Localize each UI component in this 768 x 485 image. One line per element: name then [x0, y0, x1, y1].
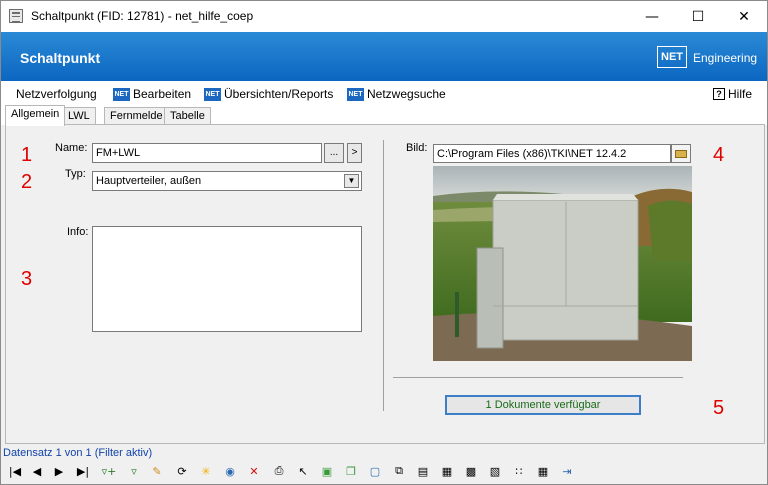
image-path-input[interactable]: C:\Program Files (x86)\TKI\NET 12.4.2	[433, 144, 671, 163]
info-textarea[interactable]	[92, 226, 362, 332]
info-label: Info:	[67, 226, 89, 238]
header-title: Schaltpunkt	[20, 50, 101, 66]
chevron-down-icon[interactable]: ▼	[344, 174, 359, 188]
tab-lwl[interactable]: LWL	[62, 107, 96, 125]
cabinet-photo	[433, 166, 692, 361]
maximize-button[interactable]: ☐	[675, 1, 721, 32]
title-bar: Schaltpunkt (FID: 12781) - net_hilfe_coe…	[1, 1, 767, 32]
separator	[393, 377, 683, 378]
header-banner: Schaltpunkt NET Engineering	[1, 32, 767, 81]
cube-icon[interactable]: ▣	[319, 463, 335, 479]
first-record-icon[interactable]: |◀	[7, 463, 23, 479]
tab-strip: Allgemein LWL Fernmelde Tabelle	[1, 105, 767, 126]
annotation-4: 4	[713, 144, 725, 166]
close-button[interactable]: ✕	[721, 1, 767, 32]
type-label: Typ:	[65, 168, 86, 180]
image-label: Bild:	[406, 142, 428, 154]
record-status: Datensatz 1 von 1 (Filter aktiv)	[3, 447, 153, 459]
last-record-icon[interactable]: ▶|	[75, 463, 91, 479]
folder-icon	[675, 150, 687, 158]
export-icon[interactable]: ▤	[415, 463, 431, 479]
copy-icon[interactable]: ❐	[343, 463, 359, 479]
filter-icon[interactable]: ▿	[126, 463, 142, 479]
duplicate-icon[interactable]: ⧉	[391, 463, 407, 479]
menu-bar: Netzverfolgung NET Bearbeiten NET Übersi…	[1, 81, 767, 105]
new-icon[interactable]: ✳	[198, 463, 214, 479]
connect-icon[interactable]: ∷	[511, 463, 527, 479]
menu-bearbeiten[interactable]: NET Bearbeiten	[113, 87, 191, 101]
tab-allgemein[interactable]: Allgemein	[5, 105, 66, 126]
form-icon	[9, 9, 23, 23]
edit-icon[interactable]: ✎	[149, 463, 165, 479]
name-input[interactable]: FM+LWL	[92, 143, 322, 163]
report-icon[interactable]: ▦	[439, 463, 455, 479]
open-folder-button[interactable]	[671, 144, 691, 163]
net-icon: NET	[204, 87, 221, 101]
minimize-button[interactable]: —	[629, 1, 675, 32]
tab-fernmelde[interactable]: Fernmelde	[104, 107, 169, 125]
divider	[383, 140, 384, 411]
frame-icon[interactable]: ▢	[367, 463, 383, 479]
select-icon[interactable]: ↖	[295, 463, 311, 479]
filter-add-icon[interactable]: ▿+	[101, 463, 117, 479]
annotation-2: 2	[21, 171, 33, 193]
net-icon: NET	[113, 87, 130, 101]
annotation-3: 3	[21, 268, 33, 290]
type-select[interactable]: Hauptverteiler, außen ▼	[92, 171, 362, 191]
exit-icon[interactable]: ⇥	[559, 463, 575, 479]
image-add-icon[interactable]: ▧	[487, 463, 503, 479]
table-icon[interactable]: ▩	[463, 463, 479, 479]
bottom-toolbar: |◀ ◀ ▶ ▶| ▿+ ▿ ✎ ⟳ ✳ ◉ ✕ ⎙ ↖ ▣ ❐ ▢ ⧉ ▤ ▦…	[1, 459, 767, 484]
documents-button[interactable]: 1 Dokumente verfügbar	[445, 395, 641, 415]
grid-icon[interactable]: ▦	[535, 463, 551, 479]
help-icon: ?	[713, 88, 725, 100]
refresh-icon[interactable]: ⟳	[174, 463, 190, 479]
tab-tabelle[interactable]: Tabelle	[164, 107, 211, 125]
delete-icon[interactable]: ✕	[246, 463, 262, 479]
next-record-icon[interactable]: ▶	[51, 463, 67, 479]
next-button[interactable]: >	[347, 143, 362, 163]
menu-help[interactable]: ? Hilfe	[713, 87, 752, 101]
annotation-1: 1	[21, 144, 33, 166]
menu-netzwegsuche[interactable]: NET Netzwegsuche	[347, 87, 446, 101]
browse-button[interactable]: ...	[324, 143, 344, 163]
window-title: Schaltpunkt (FID: 12781) - net_hilfe_coe…	[31, 9, 254, 23]
name-label: Name:	[55, 142, 88, 154]
annotation-5: 5	[713, 397, 725, 419]
net-logo: NET	[657, 46, 687, 68]
net-icon: NET	[347, 87, 364, 101]
prev-record-icon[interactable]: ◀	[29, 463, 45, 479]
menu-uebersichten[interactable]: NET Übersichten/Reports	[204, 87, 333, 101]
menu-netzverfolgung[interactable]: Netzverfolgung	[16, 87, 97, 101]
globe-icon[interactable]: ◉	[222, 463, 238, 479]
print-icon[interactable]: ⎙	[271, 463, 287, 479]
application-window: Schaltpunkt (FID: 12781) - net_hilfe_coe…	[0, 0, 768, 485]
logo-text: Engineering	[693, 51, 758, 65]
